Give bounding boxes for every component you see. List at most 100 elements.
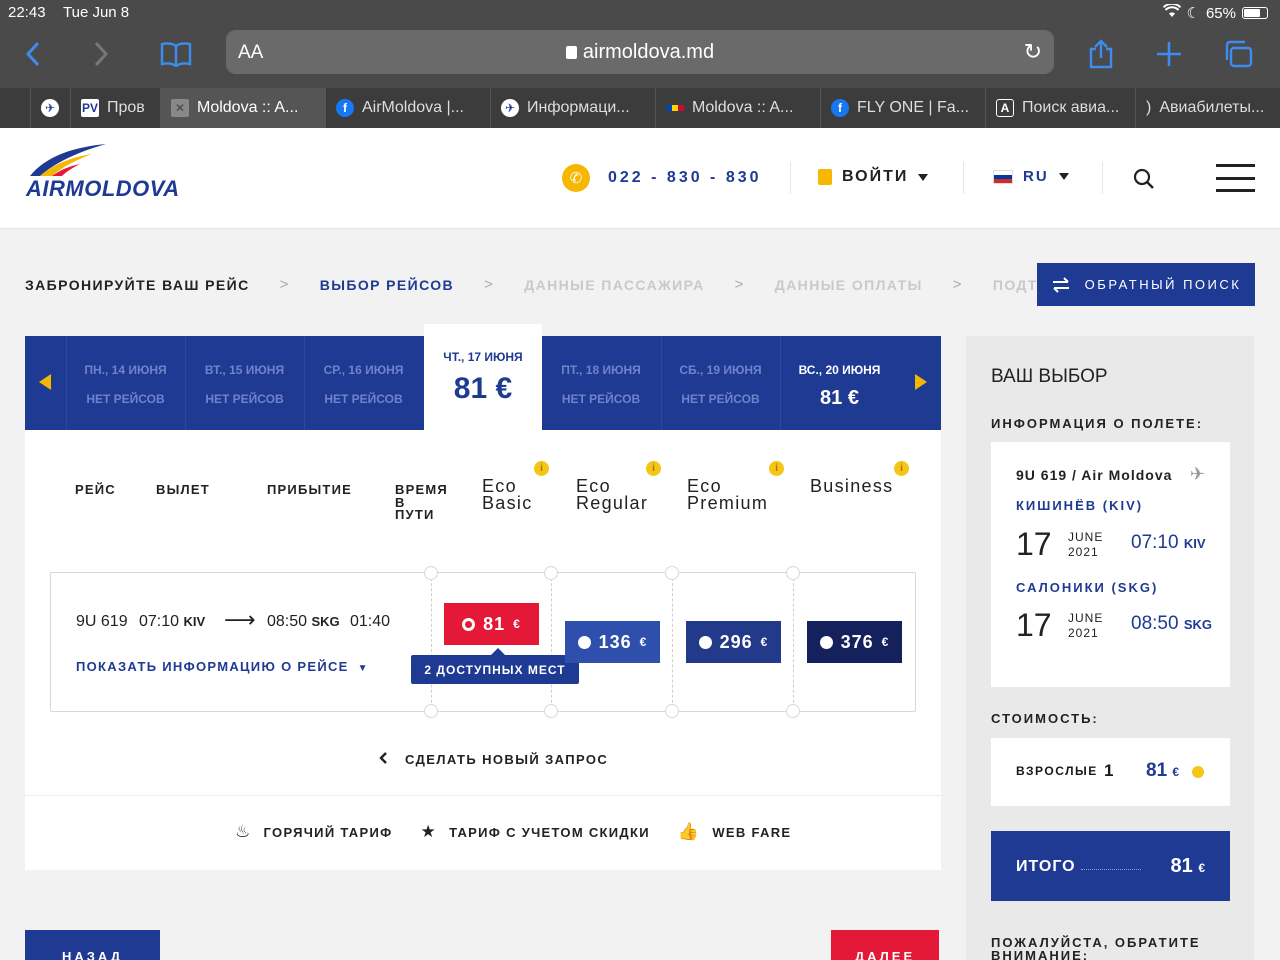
dest-time: 08:50 — [1131, 613, 1179, 634]
origin-day: 17 — [1016, 526, 1052, 562]
tab-label: Авиабилеты... — [1159, 99, 1265, 116]
new-search-label: СДЕЛАТЬ НОВЫЙ ЗАПРОС — [405, 752, 609, 767]
fare-eco-premium-button[interactable]: 296 € — [686, 621, 781, 663]
tab-tickets[interactable]: ) Авиабилеты... — [1135, 88, 1280, 128]
russia-flag-icon — [993, 169, 1013, 184]
new-search-link[interactable]: СДЕЛАТЬ НОВЫЙ ЗАПРОС — [379, 752, 608, 767]
date-label: ВТ., 15 ИЮНЯ — [204, 363, 285, 377]
divider — [793, 573, 794, 713]
date-option[interactable]: ВС., 20 ИЮНЯ 81 € — [780, 336, 898, 430]
back-nav-button[interactable] — [13, 34, 53, 74]
fare-business-button[interactable]: 376 € — [807, 621, 902, 663]
col-arrival: ПРИБЫТИЕ — [267, 482, 352, 497]
notch — [544, 566, 558, 580]
dest-time-block: 08:50 SKG — [1131, 613, 1212, 635]
tab-label: Информаци... — [527, 99, 630, 116]
date-option[interactable]: СБ., 19 ИЮНЯ НЕТ РЕЙСОВ — [661, 336, 779, 430]
info-icon[interactable]: i — [534, 461, 549, 476]
fare-eco-basic-button[interactable]: 81 € — [444, 603, 539, 645]
new-tab-button[interactable] — [1149, 34, 1189, 74]
lock-icon — [565, 46, 577, 59]
info-icon[interactable]: i — [894, 461, 909, 476]
breadcrumb-clip: ЗАБРОНИРУЙТЕ ВАШ РЕЙС > ВЫБОР РЕЙСОВ > Д… — [0, 260, 1037, 308]
tab-search[interactable]: A Поиск авиа... — [985, 88, 1135, 128]
date-option[interactable]: ВТ., 15 ИЮНЯ НЕТ РЕЙСОВ — [185, 336, 303, 430]
fare-eco-regular-button[interactable]: 136 € — [565, 621, 660, 663]
fare-eco-regular: Eco Regular — [576, 477, 648, 512]
dest-month: JUNE — [1068, 611, 1104, 625]
forward-nav-button[interactable] — [81, 34, 121, 74]
info-icon[interactable] — [1192, 766, 1204, 778]
dest-day: 17 — [1016, 607, 1052, 643]
moon-icon: ☾ — [1186, 5, 1200, 22]
date-status: НЕТ РЕЙСОВ — [86, 392, 165, 406]
phone-contact[interactable]: ✆ 022 - 830 - 830 — [562, 164, 762, 192]
date-price: 81 € — [453, 372, 513, 405]
price-value: 81 — [483, 613, 506, 634]
tab-partial[interactable] — [0, 88, 30, 128]
next-dates-arrow-icon[interactable] — [915, 374, 927, 390]
reload-icon[interactable]: ↻ — [1024, 39, 1042, 65]
date-option[interactable]: СР., 16 ИЮНЯ НЕТ РЕЙСОВ — [304, 336, 422, 430]
date-option[interactable]: ПН., 14 ИЮНЯ НЕТ РЕЙСОВ — [66, 336, 184, 430]
chevron-left-icon — [379, 752, 387, 767]
language-selector[interactable]: RU — [993, 168, 1069, 185]
flight-info-label: ИНФОРМАЦИЯ О ПОЛЕТЕ: — [991, 416, 1204, 431]
seats-available-badge: 2 ДОСТУПНЫХ МЕСТ — [411, 648, 579, 684]
site-header: AIRMOLDOVA ✆ 022 - 830 - 830 ВОЙТИ RU — [0, 128, 1280, 229]
tabs-overview-button[interactable] — [1218, 34, 1258, 74]
date-label: ПТ., 18 ИЮНЯ — [561, 363, 641, 377]
address-bar[interactable]: AA airmoldova.md ↻ — [226, 30, 1054, 74]
phone-number: 022 - 830 - 830 — [608, 169, 762, 186]
back-button[interactable]: НАЗАД — [25, 930, 160, 960]
fare-legend: ♨ ГОРЯЧИЙ ТАРИФ ★ ТАРИФ С УЧЕТОМ СКИДКИ 👍 W… — [235, 822, 791, 842]
radio-icon — [698, 635, 712, 649]
tab-facebook-1[interactable]: f AirMoldova |... — [325, 88, 490, 128]
tab-label: AirMoldova |... — [362, 99, 464, 116]
tab-info[interactable]: ✈ Информаци... — [490, 88, 655, 128]
divider — [790, 162, 791, 194]
login-dropdown[interactable]: ВОЙТИ — [818, 168, 929, 186]
bookmarks-button[interactable] — [156, 34, 196, 74]
chevron-right-icon: > — [484, 276, 495, 293]
date-status: НЕТ РЕЙСОВ — [205, 392, 284, 406]
date-strip: ПН., 14 ИЮНЯ НЕТ РЕЙСОВ ВТ., 15 ИЮНЯ НЕТ… — [25, 324, 941, 430]
menu-icon[interactable] — [1216, 164, 1255, 192]
notch — [665, 566, 679, 580]
currency: € — [1198, 861, 1205, 875]
notch — [424, 704, 438, 718]
dep-time: 07:10 — [139, 613, 180, 630]
col-departure: ВЫЛЕТ — [156, 482, 210, 497]
chevron-right-icon: > — [952, 276, 963, 293]
info-icon[interactable]: i — [646, 461, 661, 476]
radio-icon — [819, 635, 833, 649]
next-button[interactable]: ДАЛЕЕ — [831, 930, 939, 960]
battery-icon — [1242, 7, 1268, 19]
prev-dates-arrow-icon[interactable] — [39, 374, 51, 390]
date-label: СР., 16 ИЮНЯ — [323, 363, 404, 377]
chevron-right-icon: > — [279, 276, 290, 293]
legend-label: ГОРЯЧИЙ ТАРИФ — [263, 825, 393, 840]
airmoldova-logo[interactable]: AIRMOLDOVA — [26, 144, 179, 201]
tab-facebook-2[interactable]: f FLY ONE | Fa... — [820, 88, 985, 128]
adults-price: 81 — [1146, 760, 1168, 781]
tab-pv[interactable]: PV Пров — [70, 88, 160, 128]
fare-eco-premium: Eco Premium — [687, 477, 769, 513]
date-option[interactable]: ПТ., 18 ИЮНЯ НЕТ РЕЙСОВ — [542, 336, 660, 430]
col-flight: РЕЙС — [75, 482, 116, 497]
info-icon[interactable]: i — [769, 461, 784, 476]
reverse-search-button[interactable]: ОБРАТНЫЙ ПОИСК — [1037, 263, 1255, 306]
fare-line-2: Premium — [687, 493, 769, 513]
tab-airmoldova-pinned[interactable]: ✈ — [30, 88, 70, 128]
battery-percent: 65% — [1205, 4, 1236, 22]
close-icon[interactable]: ✕ — [171, 99, 189, 117]
search-icon[interactable] — [1133, 168, 1155, 190]
tab-active[interactable]: ✕ Moldova :: A... — [160, 88, 325, 128]
flame-icon: ♨ — [235, 822, 252, 841]
tab-moldova-2[interactable]: Moldova :: A... — [655, 88, 820, 128]
date-option-selected[interactable]: ЧТ., 17 ИЮНЯ 81 € — [424, 324, 542, 430]
show-flight-info-link[interactable]: ПОКАЗАТЬ ИНФОРМАЦИЮ О РЕЙСЕ ▼ — [76, 659, 369, 674]
radio-selected-icon — [462, 617, 476, 631]
share-button[interactable] — [1081, 34, 1121, 74]
flag-icon — [666, 105, 684, 111]
